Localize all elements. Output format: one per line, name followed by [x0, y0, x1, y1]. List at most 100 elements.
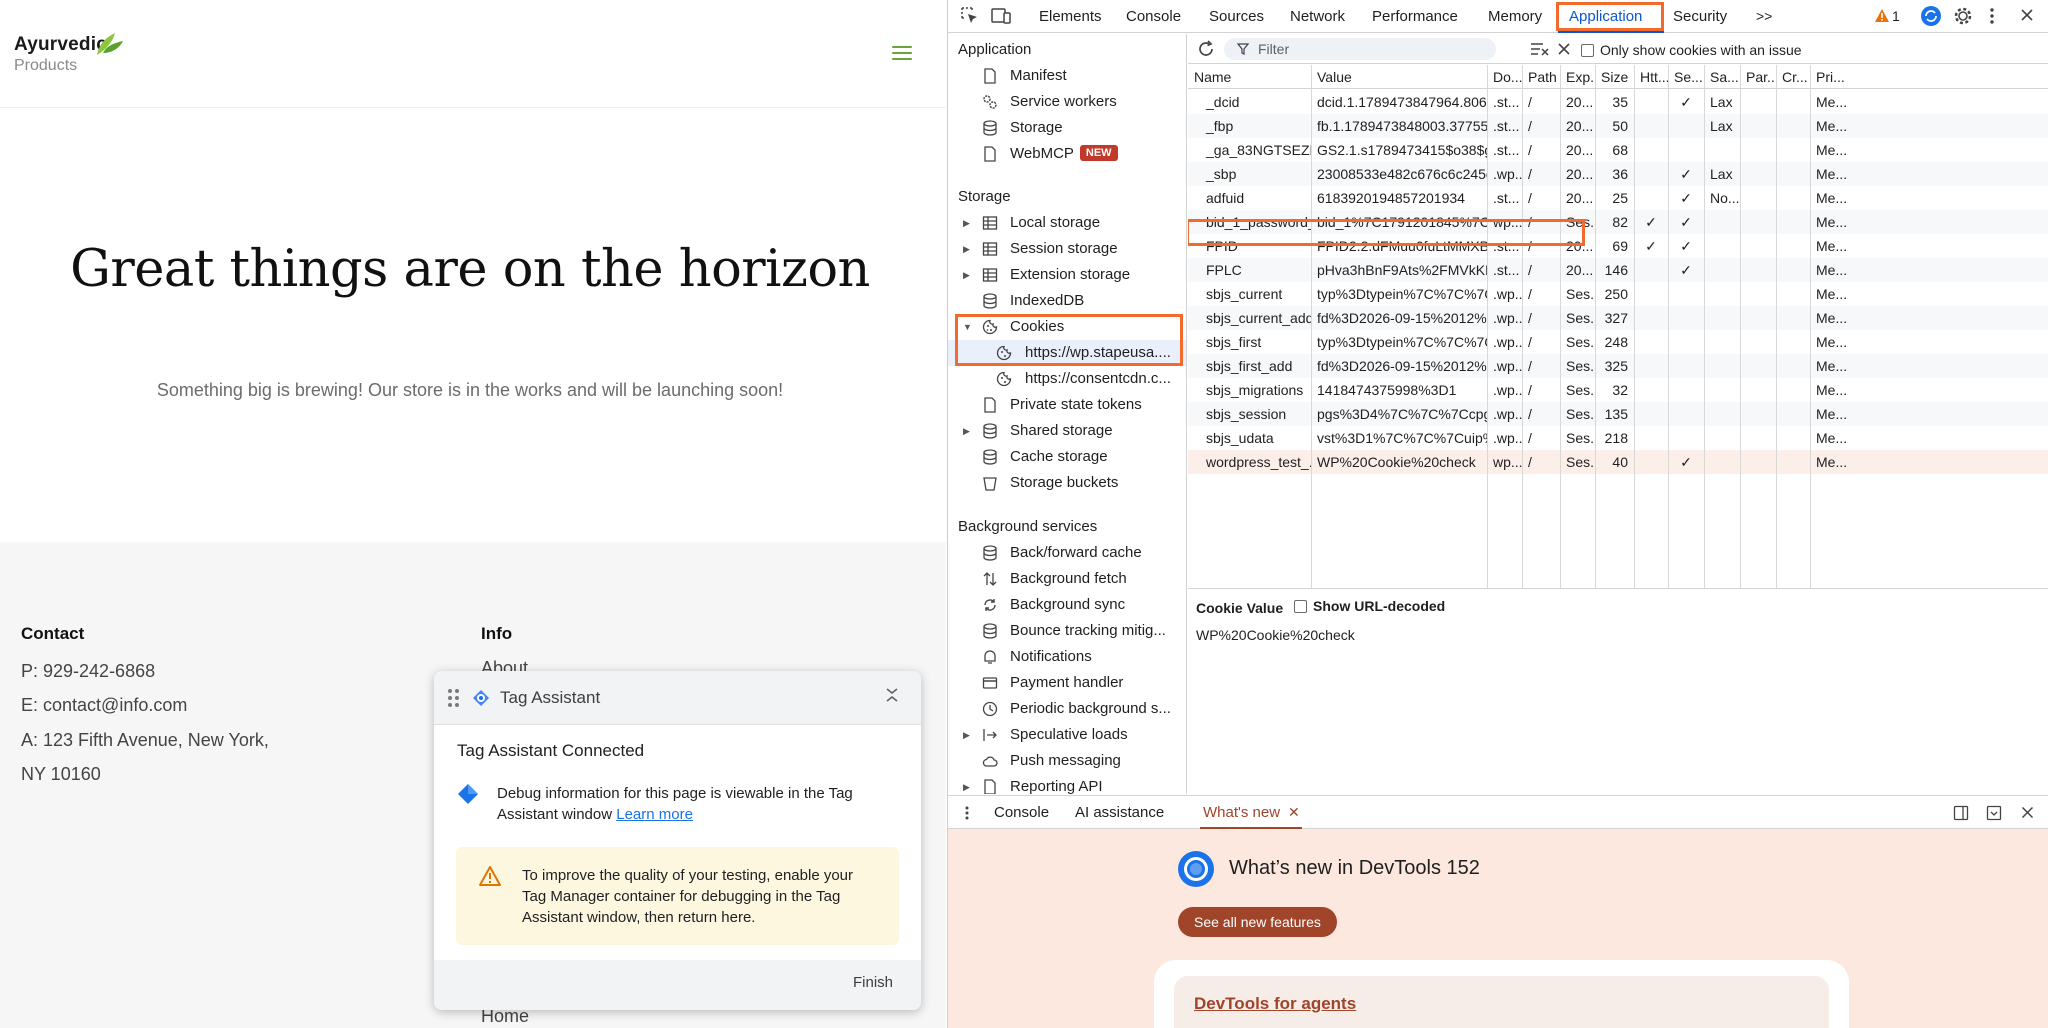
more-tabs-icon[interactable]: >> [1756, 0, 1772, 33]
inspect-element-icon[interactable] [960, 6, 980, 26]
footer-email[interactable]: E: contact@info.com [21, 695, 187, 716]
sidebar-item-speculative-loads[interactable]: ▶ Speculative loads [948, 722, 1186, 748]
learn-more-link[interactable]: Learn more [616, 806, 693, 823]
sync-icon[interactable] [1920, 5, 1942, 27]
expand-arrow-icon[interactable]: ▶ [963, 774, 970, 794]
column-header-0[interactable]: Name [1188, 65, 1311, 89]
collapse-arrow-icon[interactable]: ▼ [963, 314, 972, 340]
issues-count[interactable]: 1 [1892, 0, 1900, 33]
cookie-row-fbp[interactable]: _fbp fb.1.1789473848003.377552... .st... / 2… [1188, 114, 2048, 138]
dock-side-icon[interactable] [1953, 805, 1969, 821]
close-drawer-icon[interactable] [2021, 806, 2034, 819]
tab-memory[interactable]: Memory [1488, 0, 1542, 33]
cookie-row-sbjs-current[interactable]: sbjs_current typ%3Dtypein%7C%7C%7Csr... .w… [1188, 282, 2048, 306]
cookie-value-text[interactable]: WP%20Cookie%20check [1196, 627, 1355, 643]
sidebar-item-webmcp[interactable]: WebMCP NEW [948, 141, 1186, 167]
device-toolbar-icon[interactable] [990, 6, 1012, 26]
column-header-10[interactable]: Cr... [1776, 65, 1810, 89]
column-divider[interactable] [1311, 65, 1312, 588]
column-header-8[interactable]: Sa... [1704, 65, 1740, 89]
dock-bottom-icon[interactable] [1986, 805, 2002, 821]
sidebar-item-background-fetch[interactable]: Background fetch [948, 566, 1186, 592]
column-header-6[interactable]: Htt... [1634, 65, 1668, 89]
cookie-row-bid-1-password[interactable]: bid_1_password_... bid_1%7C1791201845%7Cf… [1188, 210, 2048, 234]
sidebar-item-indexeddb[interactable]: IndexedDB [948, 288, 1186, 314]
refresh-icon[interactable] [1196, 39, 1216, 59]
cookie-row-sbjs-first-add[interactable]: sbjs_first_add fd%3D2026-09-15%2012%3....… [1188, 354, 2048, 378]
cookie-row-sbjs-first[interactable]: sbjs_first typ%3Dtypein%7C%7C%7Csr... .wp.… [1188, 330, 2048, 354]
cookie-row-sbjs-session[interactable]: sbjs_session pgs%3D4%7C%7C%7Ccpg%... .wp..… [1188, 402, 2048, 426]
column-divider[interactable] [1560, 65, 1561, 588]
column-divider[interactable] [1668, 65, 1669, 588]
column-divider[interactable] [1704, 65, 1705, 588]
clear-all-icon[interactable] [1557, 42, 1571, 56]
cookie-row-fpid[interactable]: FPID FPID2.2.dFMuu0fuLtMMXBRE... .st... / 20… [1188, 234, 2048, 258]
sidebar-item-payment-handler[interactable]: Payment handler [948, 670, 1186, 696]
tab-security[interactable]: Security [1673, 0, 1727, 33]
tab-network[interactable]: Network [1290, 0, 1345, 33]
clear-filtered-icon[interactable] [1530, 41, 1550, 57]
sidebar-item-session-storage[interactable]: ▶ Session storage [948, 236, 1186, 262]
drawer-tab-whats-new[interactable]: What's new [1203, 796, 1280, 829]
sidebar-item-cookie-consentcdn[interactable]: https://consentcdn.c... [948, 366, 1186, 392]
cookie-row-sbjs-current-add[interactable]: sbjs_current_add fd%3D2026-09-15%2012%3..… [1188, 306, 2048, 330]
cookie-row-dcid[interactable]: _dcid dcid.1.1789473847964.80676... .st...… [1188, 90, 2048, 114]
only-issues-toggle[interactable]: Only show cookies with an issue [1581, 42, 1802, 58]
sidebar-item-periodic-sync[interactable]: Periodic background s... [948, 696, 1186, 722]
column-header-9[interactable]: Par... [1740, 65, 1776, 89]
tab-sources[interactable]: Sources [1209, 0, 1264, 33]
cookie-row-fplc[interactable]: FPLC pHva3hBnF9Ats%2FMVkKHT... .st... / 20..… [1188, 258, 2048, 282]
settings-gear-icon[interactable] [1953, 6, 1973, 26]
expand-arrow-icon[interactable]: ▶ [963, 418, 970, 444]
close-devtools-icon[interactable] [2020, 8, 2034, 22]
column-divider[interactable] [1522, 65, 1523, 588]
sidebar-item-storage-buckets[interactable]: Storage buckets [948, 470, 1186, 496]
cookie-row-wordpress-test[interactable]: wordpress_test_... WP%20Cookie%20check wp.… [1188, 450, 2048, 474]
sidebar-item-reporting-api[interactable]: ▶ Reporting API [948, 774, 1186, 794]
warning-issues-icon[interactable] [1874, 8, 1890, 23]
expand-arrow-icon[interactable]: ▶ [963, 262, 970, 288]
cookie-row-sbp[interactable]: _sbp 23008533e482c676c6c245c... .wp... / 20.… [1188, 162, 2048, 186]
cookie-row-sbjs-udata[interactable]: sbjs_udata vst%3D1%7C%7C%7Cuip%3... .wp...… [1188, 426, 2048, 450]
column-header-4[interactable]: Exp... [1560, 65, 1595, 89]
column-divider[interactable] [1776, 65, 1777, 588]
sidebar-item-bounce-tracking[interactable]: Bounce tracking mitig... [948, 618, 1186, 644]
sidebar-item-push-messaging[interactable]: Push messaging [948, 748, 1186, 774]
tab-performance[interactable]: Performance [1372, 0, 1458, 33]
show-url-decoded-toggle[interactable]: Show URL-decoded [1294, 598, 1445, 614]
footer-phone[interactable]: P: 929-242-6868 [21, 661, 155, 682]
show-url-decoded-checkbox[interactable] [1294, 599, 1307, 613]
close-whats-new-icon[interactable]: ✕ [1288, 804, 1300, 821]
tab-elements[interactable]: Elements [1039, 0, 1102, 33]
see-all-features-button[interactable]: See all new features [1178, 907, 1337, 937]
column-divider[interactable] [1740, 65, 1741, 588]
column-header-5[interactable]: Size [1595, 65, 1634, 89]
column-divider[interactable] [1634, 65, 1635, 588]
column-divider[interactable] [1810, 65, 1811, 588]
collapse-icon[interactable] [885, 687, 899, 708]
more-options-icon[interactable] [1989, 7, 1995, 25]
drawer-tab-ai-assistance[interactable]: AI assistance [1075, 796, 1164, 829]
sidebar-item-cache-storage[interactable]: Cache storage [948, 444, 1186, 470]
sidebar-item-private-state-tokens[interactable]: Private state tokens [948, 392, 1186, 418]
filter-input[interactable] [1224, 38, 1496, 60]
column-header-3[interactable]: Path [1522, 65, 1560, 89]
column-divider[interactable] [1487, 65, 1488, 588]
sidebar-item-manifest[interactable]: Manifest [948, 63, 1186, 89]
column-header-1[interactable]: Value [1311, 65, 1487, 89]
sidebar-item-bfcache[interactable]: Back/forward cache [948, 540, 1186, 566]
sidebar-item-cookies[interactable]: ▼ Cookies [948, 314, 1186, 340]
tag-assistant-header[interactable]: Tag Assistant [434, 671, 921, 725]
drawer-tab-console[interactable]: Console [994, 796, 1049, 829]
sidebar-item-cookie-wp-stapeusa[interactable]: https://wp.stapeusa.... [948, 340, 1186, 366]
sidebar-item-extension-storage[interactable]: ▶ Extension storage [948, 262, 1186, 288]
column-header-11[interactable]: Pri... [1810, 65, 2048, 89]
cookie-row-adfuid[interactable]: adfuid 6183920194857201934 .st... / 20... 25 ✓… [1188, 186, 2048, 210]
drawer-menu-icon[interactable] [964, 805, 970, 821]
sidebar-item-local-storage[interactable]: ▶ Local storage [948, 210, 1186, 236]
sidebar-item-service-workers[interactable]: Service workers [948, 89, 1186, 115]
expand-arrow-icon[interactable]: ▶ [963, 210, 970, 236]
tab-application[interactable]: Application [1569, 0, 1642, 33]
finish-button[interactable]: Finish [853, 974, 893, 991]
column-divider[interactable] [1595, 65, 1596, 588]
